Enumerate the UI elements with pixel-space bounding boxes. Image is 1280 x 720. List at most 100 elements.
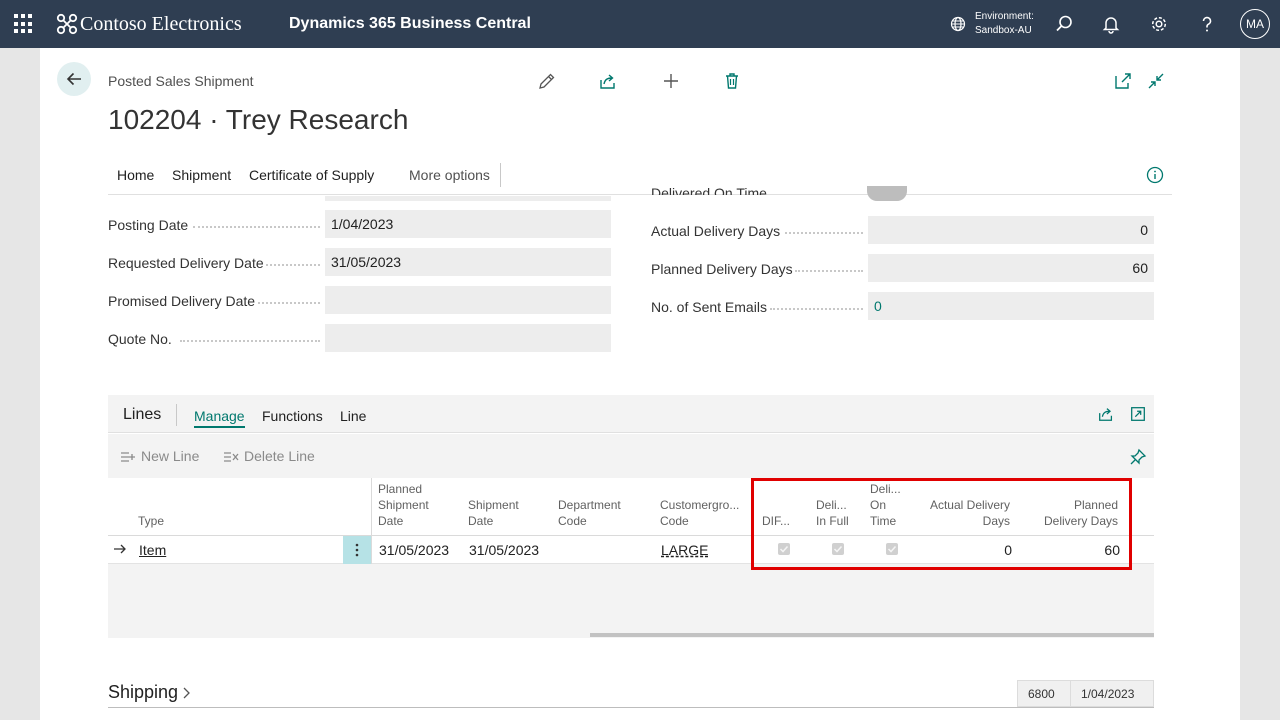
- posting-date-field[interactable]: 1/04/2023: [325, 210, 611, 238]
- column-label: Date: [378, 514, 404, 528]
- app-launcher-icon[interactable]: [14, 14, 34, 34]
- quote-no-label: Quote No.: [108, 331, 172, 347]
- brand-name: Contoso Electronics: [80, 12, 242, 35]
- leader-dots: [180, 340, 320, 342]
- column-label: Planned: [378, 482, 423, 496]
- delivered-on-time-toggle[interactable]: [867, 186, 907, 201]
- shipping-summary-date: 1/04/2023: [1070, 680, 1154, 707]
- column-department-code[interactable]: Department Code: [558, 497, 621, 529]
- posting-date-label: Posting Date: [108, 217, 189, 233]
- page-title: 102204 · Trey Research: [108, 104, 409, 135]
- delete-icon[interactable]: [722, 71, 742, 91]
- lines-part-header: Lines Manage Functions Line: [108, 395, 1154, 433]
- lines-title: Lines: [123, 406, 162, 423]
- delete-line-icon: [224, 452, 239, 462]
- column-customergroup-code[interactable]: Customergro... Code: [660, 497, 739, 529]
- bell-icon[interactable]: [1101, 14, 1121, 34]
- delivered-on-time-label: Delivered On Time: [651, 186, 767, 195]
- chevron-right-icon: [183, 687, 190, 698]
- open-new-window-icon[interactable]: [1113, 71, 1133, 91]
- app-bar: Contoso Electronics Dynamics 365 Busines…: [0, 0, 1280, 48]
- column-label: Customergro...: [660, 498, 740, 512]
- column-label: Code: [558, 514, 587, 528]
- brand: Contoso Electronics: [56, 10, 242, 38]
- environment-indicator[interactable]: Environment: Sandbox-AU: [950, 10, 1034, 38]
- globe-icon: [950, 16, 966, 32]
- page-caption: Posted Sales Shipment: [108, 73, 254, 89]
- promised-delivery-date-field[interactable]: [325, 286, 611, 314]
- column-label: Department: [558, 498, 621, 512]
- promised-delivery-date-label: Promised Delivery Date: [108, 293, 256, 309]
- lines-toolbar: New Line Delete Line: [108, 434, 1154, 478]
- shipping-section-header[interactable]: Shipping: [108, 682, 191, 703]
- environment-value: Sandbox-AU: [975, 25, 1032, 36]
- new-line-button[interactable]: New Line: [120, 448, 199, 464]
- column-label: Shipment: [378, 498, 429, 512]
- requested-delivery-date-label: Requested Delivery Date: [108, 255, 264, 271]
- menu-home[interactable]: Home: [117, 167, 154, 183]
- more-vertical-icon: [355, 543, 359, 557]
- collapse-icon[interactable]: [1146, 71, 1166, 91]
- back-button[interactable]: [57, 62, 91, 96]
- info-icon[interactable]: [1146, 166, 1164, 184]
- share-icon[interactable]: [1097, 405, 1115, 423]
- search-icon[interactable]: [1054, 14, 1074, 34]
- no-of-sent-emails-field[interactable]: 0: [868, 292, 1154, 320]
- planned-delivery-days-field[interactable]: 60: [868, 254, 1154, 282]
- shipping-summary-value: 6800: [1017, 680, 1071, 707]
- leader-dots: [266, 264, 320, 266]
- leader-dots: [770, 308, 863, 310]
- leader-dots: [795, 270, 863, 272]
- menu-more-options[interactable]: More options: [409, 167, 490, 183]
- requested-delivery-date-field[interactable]: 31/05/2023: [325, 248, 611, 276]
- leader-dots: [258, 302, 320, 304]
- new-line-icon: [121, 452, 135, 462]
- cell-type[interactable]: Item: [139, 542, 166, 558]
- leader-dots: [785, 232, 863, 234]
- arrow-left-icon: [66, 72, 81, 86]
- planned-delivery-days-label: Planned Delivery Days: [651, 261, 793, 277]
- shipping-title: Shipping: [108, 682, 179, 702]
- lines-separator: [176, 404, 177, 426]
- cell-customergroup-code[interactable]: LARGE: [661, 542, 708, 558]
- leader-dots: [193, 226, 320, 228]
- cell-shipment-date[interactable]: 31/05/2023: [469, 542, 539, 558]
- action-menu: Home Shipment Certificate of Supply More…: [108, 155, 1172, 195]
- delete-line-button[interactable]: Delete Line: [223, 448, 315, 464]
- column-label: Shipment: [468, 498, 519, 512]
- menu-separator: [500, 163, 501, 187]
- field-box-scrolled: [325, 196, 611, 201]
- tab-manage[interactable]: Manage: [194, 408, 245, 428]
- actual-delivery-days-field[interactable]: 0: [868, 216, 1154, 244]
- column-planned-shipment-date[interactable]: Planned Shipment Date: [378, 481, 429, 529]
- tab-line[interactable]: Line: [340, 408, 366, 424]
- horizontal-scrollbar[interactable]: [590, 633, 1154, 637]
- help-icon[interactable]: [1197, 14, 1217, 34]
- brand-logo-icon: [56, 13, 78, 35]
- section-divider: [108, 707, 1154, 708]
- column-type[interactable]: Type: [138, 513, 164, 529]
- column-shipment-date[interactable]: Shipment Date: [468, 497, 519, 529]
- row-actions-button[interactable]: [343, 536, 371, 564]
- edit-icon[interactable]: [537, 71, 557, 91]
- quote-no-field[interactable]: [325, 324, 611, 352]
- column-label: Date: [468, 514, 494, 528]
- share-icon[interactable]: [598, 71, 618, 91]
- actual-delivery-days-label: Actual Delivery Days: [651, 223, 781, 239]
- expand-icon[interactable]: [1129, 405, 1147, 423]
- new-line-label: New Line: [141, 448, 200, 464]
- gear-icon[interactable]: [1149, 14, 1169, 34]
- menu-certificate-of-supply[interactable]: Certificate of Supply: [249, 167, 374, 183]
- column-divider: [371, 478, 372, 564]
- tab-functions[interactable]: Functions: [262, 408, 323, 424]
- menu-shipment[interactable]: Shipment: [172, 167, 231, 183]
- environment-label: Environment:: [975, 11, 1034, 22]
- delete-line-label: Delete Line: [244, 448, 315, 464]
- highlight-box: [751, 478, 1132, 570]
- app-name[interactable]: Dynamics 365 Business Central: [289, 15, 531, 33]
- pin-icon[interactable]: [1129, 448, 1147, 466]
- row-indicator-arrow-icon: [114, 544, 126, 554]
- add-icon[interactable]: [661, 71, 681, 91]
- user-avatar[interactable]: MA: [1240, 9, 1270, 39]
- cell-planned-shipment-date[interactable]: 31/05/2023: [379, 542, 449, 558]
